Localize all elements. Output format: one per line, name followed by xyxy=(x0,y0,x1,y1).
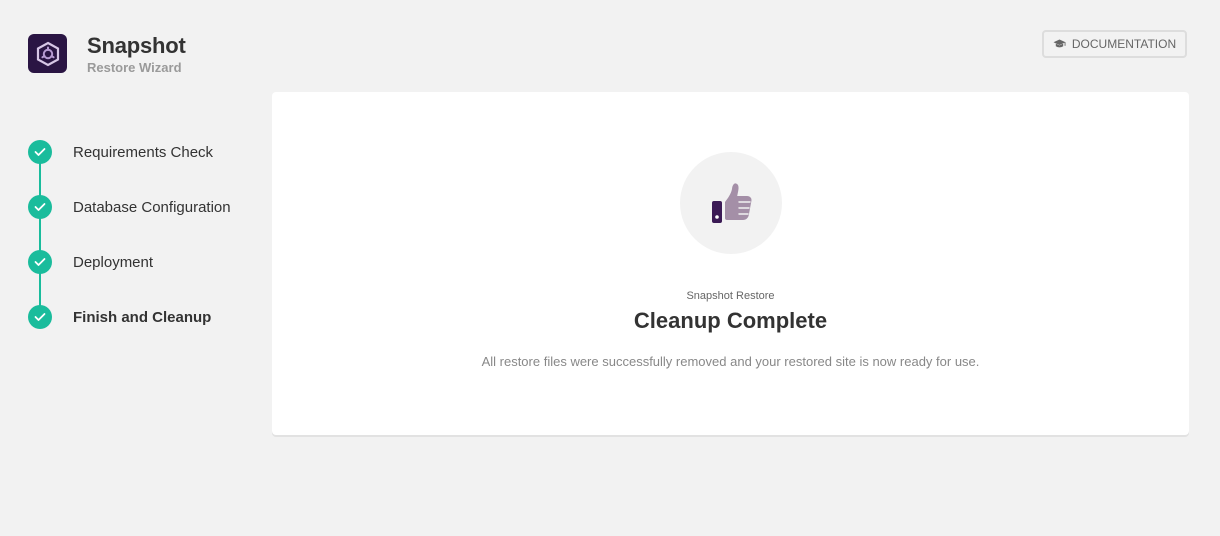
step-deployment: Deployment xyxy=(28,250,153,274)
check-icon xyxy=(28,140,52,164)
check-icon xyxy=(28,195,52,219)
snapshot-logo-icon xyxy=(28,34,67,73)
check-icon xyxy=(28,250,52,274)
step-finish-and-cleanup: Finish and Cleanup xyxy=(28,305,211,329)
cleanup-complete-card: Snapshot Restore Cleanup Complete All re… xyxy=(272,92,1189,435)
steps-progress-line xyxy=(39,160,41,310)
step-label-current: Finish and Cleanup xyxy=(73,308,212,326)
card-kicker: Snapshot Restore xyxy=(686,290,775,302)
app-subtitle: Restore Wizard xyxy=(87,60,182,75)
check-icon xyxy=(28,305,52,329)
card-title: Cleanup Complete xyxy=(633,308,828,333)
documentation-button-label: DOCUMENTATION xyxy=(1071,37,1177,51)
step-label: Requirements Check xyxy=(73,143,214,161)
step-label: Deployment xyxy=(73,253,154,271)
hero-icon-circle xyxy=(680,152,782,254)
restore-wizard-page: Snapshot Restore Wizard DOCUMENTATION Re… xyxy=(0,0,1220,536)
card-description: All restore files were successfully remo… xyxy=(481,354,980,369)
thumbs-up-icon xyxy=(712,183,752,223)
step-requirements-check: Requirements Check xyxy=(28,140,213,164)
app-title: Snapshot xyxy=(87,33,186,58)
step-database-configuration: Database Configuration xyxy=(28,195,231,219)
documentation-button[interactable]: DOCUMENTATION xyxy=(1042,30,1187,58)
graduation-cap-icon xyxy=(1053,39,1066,49)
step-label: Database Configuration xyxy=(73,198,231,216)
